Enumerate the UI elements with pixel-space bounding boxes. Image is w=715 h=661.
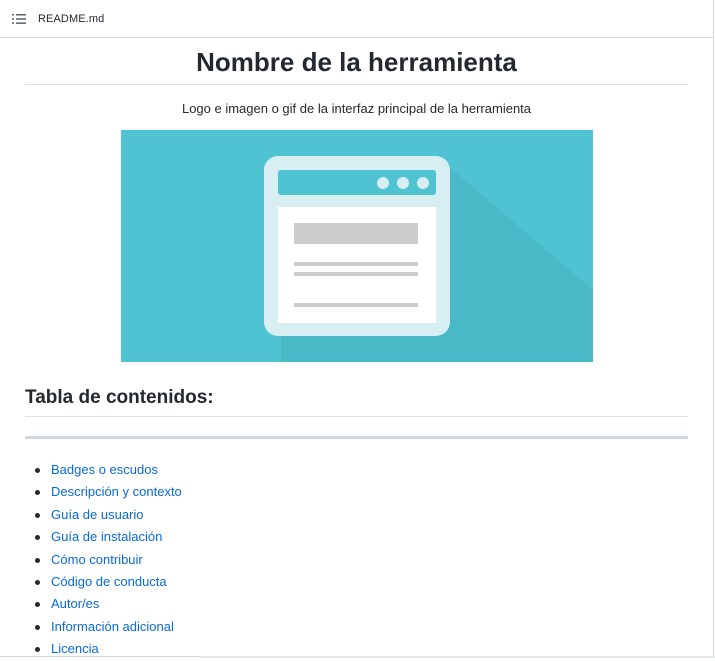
toc-link-licencia[interactable]: Licencia (51, 641, 99, 656)
toc-link-autores[interactable]: Autor/es (51, 596, 99, 611)
toc-link-descripcion[interactable]: Descripción y contexto (51, 484, 182, 499)
toc-link-codigo-conducta[interactable]: Código de conducta (51, 574, 167, 589)
browser-window-illustration (120, 130, 593, 362)
list-item: Descripción y contexto (35, 481, 688, 503)
toc-list: Badges o escudos Descripción y contexto … (25, 459, 688, 661)
list-item: Guía de instalación (35, 526, 688, 548)
toc-link-guia-usuario[interactable]: Guía de usuario (51, 507, 144, 522)
list-item: Guía de usuario (35, 504, 688, 526)
readme-content: Nombre de la herramienta Logo e imagen o… (25, 38, 688, 661)
file-name: README.md (38, 12, 105, 25)
horizontal-rule (25, 436, 688, 439)
list-item: Información adicional (35, 616, 688, 638)
toc-link-badges[interactable]: Badges o escudos (51, 462, 158, 477)
list-item: Autor/es (35, 593, 688, 615)
page-title: Nombre de la herramienta (25, 38, 688, 85)
list-item: Código de conducta (35, 571, 688, 593)
list-unordered-icon[interactable] (11, 12, 27, 26)
list-item: Badges o escudos (35, 459, 688, 481)
toc-link-info-adicional[interactable]: Información adicional (51, 619, 174, 634)
toc-heading: Tabla de contenidos: (25, 386, 688, 417)
list-item: Cómo contribuir (35, 549, 688, 571)
file-header: README.md (0, 0, 713, 38)
intro-text: Logo e imagen o gif de la interfaz princ… (181, 101, 532, 116)
toc-link-guia-instalacion[interactable]: Guía de instalación (51, 529, 162, 544)
toc-link-como-contribuir[interactable]: Cómo contribuir (51, 552, 143, 567)
